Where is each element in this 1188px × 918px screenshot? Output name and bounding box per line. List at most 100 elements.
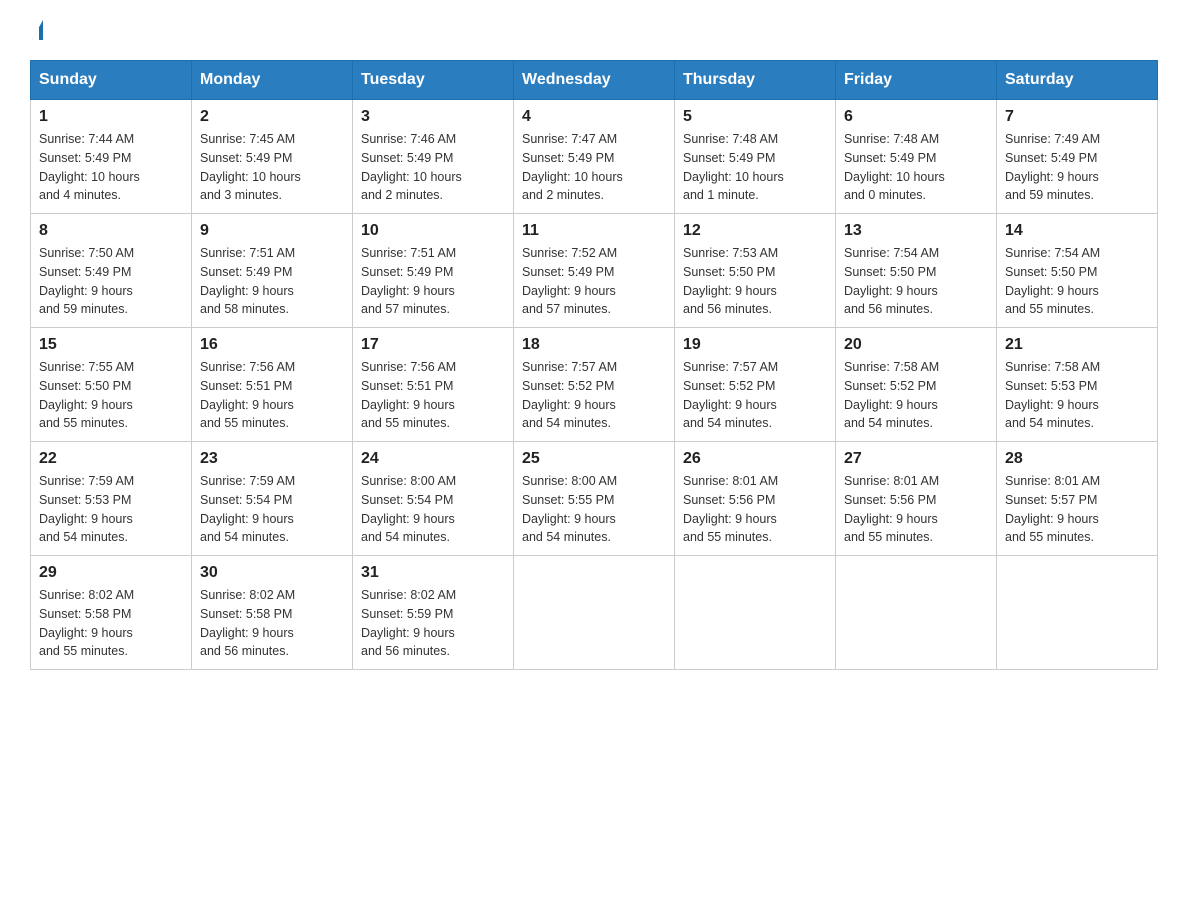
day-number: 5 — [683, 108, 827, 126]
day-number: 11 — [522, 222, 666, 240]
day-number: 29 — [39, 564, 183, 582]
logo-triangle-icon — [32, 20, 52, 40]
day-number: 1 — [39, 108, 183, 126]
day-info: Sunrise: 7:59 AMSunset: 5:54 PMDaylight:… — [200, 472, 344, 547]
day-info: Sunrise: 7:46 AMSunset: 5:49 PMDaylight:… — [361, 130, 505, 205]
calendar-cell: 15 Sunrise: 7:55 AMSunset: 5:50 PMDayligh… — [31, 328, 192, 442]
weekday-header-sunday: Sunday — [31, 61, 192, 100]
weekday-header-saturday: Saturday — [997, 61, 1158, 100]
day-number: 31 — [361, 564, 505, 582]
calendar-cell: 16Sunrise: 7:56 AMSunset: 5:51 PMDayligh… — [192, 328, 353, 442]
calendar-cell: 31 Sunrise: 8:02 AMSunset: 5:59 PMDayligh… — [353, 556, 514, 670]
day-number: 6 — [844, 108, 988, 126]
day-info: Sunrise: 8:00 AMSunset: 5:54 PMDaylight:… — [361, 472, 505, 547]
calendar-cell: 18 Sunrise: 7:57 AMSunset: 5:52 PMDayligh… — [514, 328, 675, 442]
day-number: 25 — [522, 450, 666, 468]
day-info: Sunrise: 7:50 AMSunset: 5:49 PMDaylight:… — [39, 244, 183, 319]
calendar-cell — [514, 556, 675, 670]
day-info: Sunrise: 7:57 AMSunset: 5:52 PMDaylight:… — [522, 358, 666, 433]
day-number: 27 — [844, 450, 988, 468]
day-number: 14 — [1005, 222, 1149, 240]
day-info: Sunrise: 7:44 AMSunset: 5:49 PMDaylight:… — [39, 130, 183, 205]
calendar-table: SundayMondayTuesdayWednesdayThursdayFrid… — [30, 60, 1158, 670]
day-number: 19 — [683, 336, 827, 354]
calendar-cell: 5 Sunrise: 7:48 AMSunset: 5:49 PMDaylight… — [675, 100, 836, 214]
day-number: 20 — [844, 336, 988, 354]
day-info: Sunrise: 7:59 AMSunset: 5:53 PMDaylight:… — [39, 472, 183, 547]
calendar-cell: 30Sunrise: 8:02 AMSunset: 5:58 PMDayligh… — [192, 556, 353, 670]
day-number: 15 — [39, 336, 183, 354]
calendar-cell — [997, 556, 1158, 670]
calendar-cell: 13 Sunrise: 7:54 AMSunset: 5:50 PMDayligh… — [836, 214, 997, 328]
day-number: 23 — [200, 450, 344, 468]
day-number: 3 — [361, 108, 505, 126]
day-info: Sunrise: 7:45 AMSunset: 5:49 PMDaylight:… — [200, 130, 344, 205]
calendar-week-row: 1 Sunrise: 7:44 AMSunset: 5:49 PMDaylight… — [31, 100, 1158, 214]
calendar-cell: 1 Sunrise: 7:44 AMSunset: 5:49 PMDaylight… — [31, 100, 192, 214]
weekday-header-wednesday: Wednesday — [514, 61, 675, 100]
calendar-cell: 14Sunrise: 7:54 AMSunset: 5:50 PMDayligh… — [997, 214, 1158, 328]
day-info: Sunrise: 8:02 AMSunset: 5:58 PMDaylight:… — [39, 586, 183, 661]
calendar-cell: 8 Sunrise: 7:50 AMSunset: 5:49 PMDaylight… — [31, 214, 192, 328]
calendar-cell: 25Sunrise: 8:00 AMSunset: 5:55 PMDayligh… — [514, 442, 675, 556]
day-info: Sunrise: 8:01 AMSunset: 5:57 PMDaylight:… — [1005, 472, 1149, 547]
calendar-cell: 23 Sunrise: 7:59 AMSunset: 5:54 PMDayligh… — [192, 442, 353, 556]
day-number: 8 — [39, 222, 183, 240]
page-header — [30, 20, 1158, 40]
logo — [30, 20, 52, 40]
calendar-cell — [675, 556, 836, 670]
weekday-header-thursday: Thursday — [675, 61, 836, 100]
day-info: Sunrise: 7:47 AMSunset: 5:49 PMDaylight:… — [522, 130, 666, 205]
calendar-week-row: 29 Sunrise: 8:02 AMSunset: 5:58 PMDayligh… — [31, 556, 1158, 670]
calendar-cell: 3 Sunrise: 7:46 AMSunset: 5:49 PMDaylight… — [353, 100, 514, 214]
day-info: Sunrise: 7:48 AMSunset: 5:49 PMDaylight:… — [683, 130, 827, 205]
calendar-cell: 2 Sunrise: 7:45 AMSunset: 5:49 PMDaylight… — [192, 100, 353, 214]
calendar-cell: 19 Sunrise: 7:57 AMSunset: 5:52 PMDayligh… — [675, 328, 836, 442]
weekday-header-monday: Monday — [192, 61, 353, 100]
calendar-cell: 27 Sunrise: 8:01 AMSunset: 5:56 PMDayligh… — [836, 442, 997, 556]
calendar-cell: 28Sunrise: 8:01 AMSunset: 5:57 PMDayligh… — [997, 442, 1158, 556]
day-info: Sunrise: 7:52 AMSunset: 5:49 PMDaylight:… — [522, 244, 666, 319]
day-number: 18 — [522, 336, 666, 354]
day-number: 12 — [683, 222, 827, 240]
calendar-cell: 12Sunrise: 7:53 AMSunset: 5:50 PMDayligh… — [675, 214, 836, 328]
day-number: 9 — [200, 222, 344, 240]
calendar-cell: 4 Sunrise: 7:47 AMSunset: 5:49 PMDaylight… — [514, 100, 675, 214]
day-info: Sunrise: 7:51 AMSunset: 5:49 PMDaylight:… — [200, 244, 344, 319]
day-info: Sunrise: 8:02 AMSunset: 5:59 PMDaylight:… — [361, 586, 505, 661]
day-info: Sunrise: 7:57 AMSunset: 5:52 PMDaylight:… — [683, 358, 827, 433]
calendar-cell: 11 Sunrise: 7:52 AMSunset: 5:49 PMDayligh… — [514, 214, 675, 328]
calendar-cell: 26Sunrise: 8:01 AMSunset: 5:56 PMDayligh… — [675, 442, 836, 556]
day-info: Sunrise: 7:54 AMSunset: 5:50 PMDaylight:… — [844, 244, 988, 319]
weekday-header-tuesday: Tuesday — [353, 61, 514, 100]
day-info: Sunrise: 7:49 AMSunset: 5:49 PMDaylight:… — [1005, 130, 1149, 205]
day-info: Sunrise: 7:51 AMSunset: 5:49 PMDaylight:… — [361, 244, 505, 319]
day-number: 2 — [200, 108, 344, 126]
day-info: Sunrise: 7:48 AMSunset: 5:49 PMDaylight:… — [844, 130, 988, 205]
calendar-cell: 6 Sunrise: 7:48 AMSunset: 5:49 PMDaylight… — [836, 100, 997, 214]
calendar-week-row: 15 Sunrise: 7:55 AMSunset: 5:50 PMDayligh… — [31, 328, 1158, 442]
weekday-header-row: SundayMondayTuesdayWednesdayThursdayFrid… — [31, 61, 1158, 100]
day-number: 13 — [844, 222, 988, 240]
calendar-cell: 17 Sunrise: 7:56 AMSunset: 5:51 PMDayligh… — [353, 328, 514, 442]
calendar-cell: 7 Sunrise: 7:49 AMSunset: 5:49 PMDaylight… — [997, 100, 1158, 214]
calendar-cell: 9 Sunrise: 7:51 AMSunset: 5:49 PMDaylight… — [192, 214, 353, 328]
day-info: Sunrise: 8:01 AMSunset: 5:56 PMDaylight:… — [844, 472, 988, 547]
calendar-week-row: 8 Sunrise: 7:50 AMSunset: 5:49 PMDaylight… — [31, 214, 1158, 328]
day-info: Sunrise: 7:56 AMSunset: 5:51 PMDaylight:… — [361, 358, 505, 433]
day-number: 17 — [361, 336, 505, 354]
calendar-cell: 29 Sunrise: 8:02 AMSunset: 5:58 PMDayligh… — [31, 556, 192, 670]
calendar-week-row: 22Sunrise: 7:59 AMSunset: 5:53 PMDayligh… — [31, 442, 1158, 556]
day-number: 21 — [1005, 336, 1149, 354]
day-info: Sunrise: 7:55 AMSunset: 5:50 PMDaylight:… — [39, 358, 183, 433]
calendar-cell: 10Sunrise: 7:51 AMSunset: 5:49 PMDayligh… — [353, 214, 514, 328]
day-number: 7 — [1005, 108, 1149, 126]
day-number: 24 — [361, 450, 505, 468]
day-info: Sunrise: 7:56 AMSunset: 5:51 PMDaylight:… — [200, 358, 344, 433]
calendar-cell — [836, 556, 997, 670]
day-number: 4 — [522, 108, 666, 126]
calendar-cell: 24 Sunrise: 8:00 AMSunset: 5:54 PMDayligh… — [353, 442, 514, 556]
day-info: Sunrise: 7:58 AMSunset: 5:52 PMDaylight:… — [844, 358, 988, 433]
day-info: Sunrise: 7:58 AMSunset: 5:53 PMDaylight:… — [1005, 358, 1149, 433]
day-info: Sunrise: 8:01 AMSunset: 5:56 PMDaylight:… — [683, 472, 827, 547]
